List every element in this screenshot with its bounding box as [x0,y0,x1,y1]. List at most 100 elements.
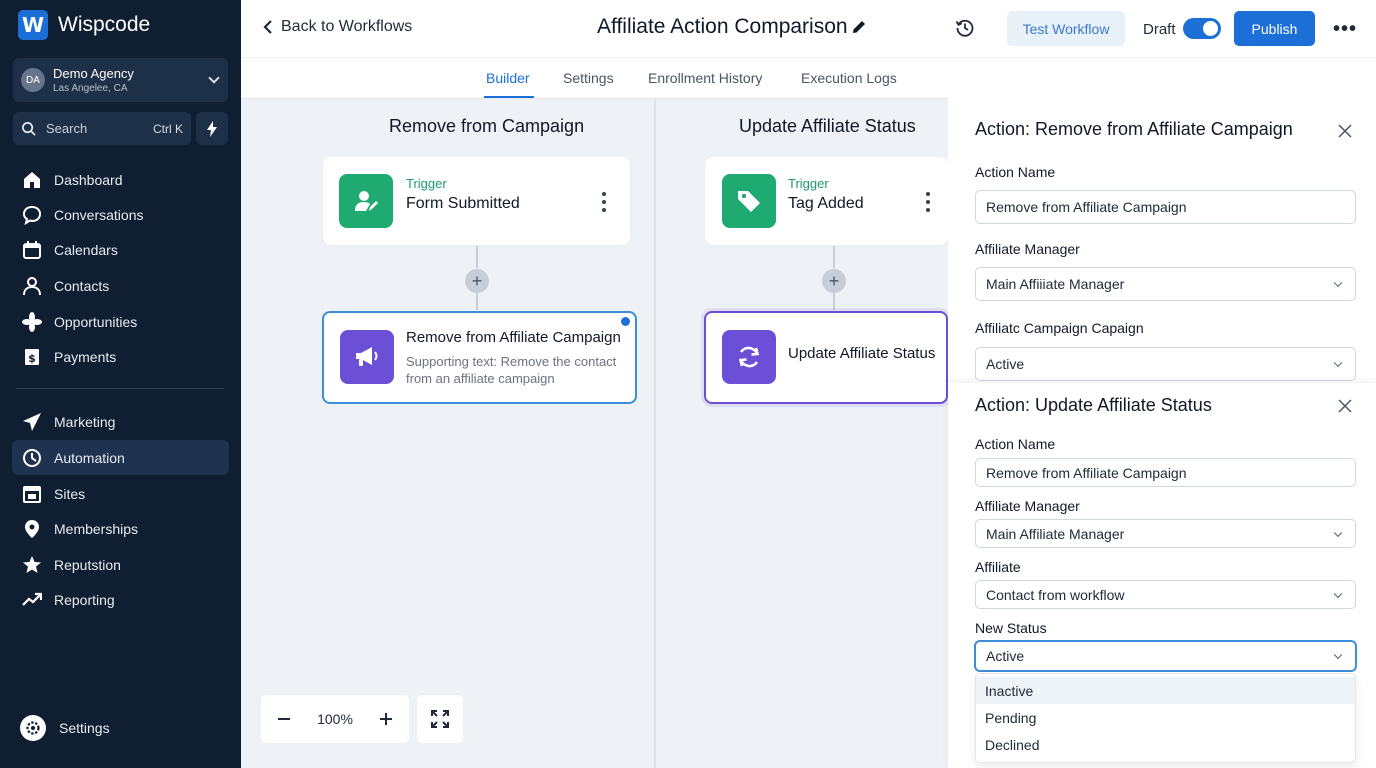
action-title: Update Affiliate Status [788,345,936,362]
close-icon [1338,399,1352,413]
sidebar-item-label: Reputstion [54,556,121,573]
sidebar-item-sites[interactable]: Sites [12,476,229,511]
connector-line [833,246,835,268]
zoom-control: 100% [261,695,409,743]
svg-text:$: $ [28,352,36,365]
trigger-card-tag-added[interactable]: Trigger Tag Added [705,157,948,245]
affiliate-campaign-select[interactable]: Active [975,347,1356,381]
zoom-in-icon[interactable] [379,712,393,726]
test-workflow-button[interactable]: Test Workflow [1007,11,1125,46]
sidebar-item-calendars[interactable]: Calendars [12,232,229,267]
add-step-button[interactable]: + [465,269,489,293]
workflow-title: Affiliate Action Comparison [597,15,848,38]
action-card-update-affiliate-status[interactable]: Update Affiliate Status [704,311,948,404]
select-value: Contact from workflow [986,586,1125,603]
kebab-menu-icon[interactable] [602,192,606,216]
tab-settings[interactable]: Settings [563,70,614,86]
more-options-button[interactable]: ••• [1333,18,1357,41]
tab-bar: Builder Settings Enrollment History Exec… [241,57,948,99]
account-location: Las Angelee, CA [53,83,128,94]
trigger-title: Form Submitted [406,195,520,212]
new-status-select[interactable]: Active [975,641,1356,671]
avatar: DA [21,68,45,92]
search-input[interactable]: Search Ctrl K [13,112,191,145]
sidebar-item-marketing[interactable]: Marketing [12,404,229,439]
brand[interactable]: W Wispcode [18,10,150,40]
close-panel-button[interactable] [1338,124,1352,143]
tab-enrollment-history[interactable]: Enrollment History [648,70,762,86]
panel-title: Action: Update Affiliate Status [975,395,1212,415]
sidebar-item-memberships[interactable]: Memberships [12,511,229,546]
sites-icon [23,485,41,503]
action-title: Remove from Affiliate Campaign [406,329,621,346]
tab-builder[interactable]: Builder [486,70,530,86]
left-column-title: Remove from Campaign [389,116,585,136]
zoom-out-icon[interactable] [277,712,291,726]
action-card-remove-from-campaign[interactable]: Remove from Affiliate Campaign Supportin… [322,311,637,404]
back-to-workflows-link[interactable]: Back to Workflows [263,18,412,36]
selected-indicator-dot [621,317,630,326]
automation-icon [23,448,41,467]
fit-to-screen-button[interactable] [417,695,463,743]
chat-icon [22,205,42,225]
calendar-icon [23,240,41,259]
sidebar-item-contacts[interactable]: Contacts [12,268,229,303]
history-button[interactable] [955,18,975,43]
select-value: Active [986,648,1025,664]
close-panel-button[interactable] [1338,399,1352,418]
new-status-label: New Status [975,620,1047,636]
add-step-button[interactable]: + [822,269,846,293]
select-value: Main Affiiiate Manager [986,276,1125,292]
chevron-down-icon [1333,589,1343,598]
sidebar-item-label: Calendars [54,241,118,258]
sidebar-item-dashboard[interactable]: Dashboard [12,162,229,197]
sidebar-item-label: Memberships [54,520,139,537]
sidebar-item-label: Payments [54,348,117,365]
publish-button[interactable]: Publish [1234,11,1315,46]
status-option-declined[interactable]: Declined [976,731,1355,758]
form-icon [339,174,393,228]
send-icon [23,412,41,431]
workflow-canvas[interactable]: Remove from Campaign Trigger Form Submit… [241,99,948,768]
status-option-pending[interactable]: Pending [976,704,1355,731]
action-name-field[interactable]: Remove from Affiliate Campaign [975,458,1356,487]
back-label: Back to Workflows [281,18,413,35]
affiliate-select[interactable]: Contact from workflow [975,580,1356,609]
select-value: Main Affiliate Manager [986,525,1125,542]
tag-icon [722,174,776,228]
trigger-label: Trigger [788,176,829,191]
connector-line [476,293,478,310]
history-icon [955,19,974,37]
sidebar-item-reporting[interactable]: Reporting [12,582,229,617]
account-switcher[interactable]: DA Demo Agency Las Angelee, CA [13,58,228,102]
affiliate-manager-select[interactable]: Main Affiliate Manager [975,519,1356,548]
megaphone-icon [340,330,394,384]
status-dropdown-menu: Inactive Pending Declined [975,673,1356,763]
sidebar-item-conversations[interactable]: Conversations [12,197,229,232]
sidebar-item-label: Sites [54,485,86,502]
top-bar: Back to Workflows Affiliate Action Compa… [241,0,1376,57]
edit-title-button[interactable] [851,19,867,40]
sidebar-item-label: Conversations [54,206,144,223]
action-supporting-text-2: from an affiliate campaign [406,371,555,386]
status-option-inactive[interactable]: Inactive [976,677,1355,704]
sidebar-item-payments[interactable]: $ Payments [12,339,229,374]
search-shortcut: Ctrl K [153,121,183,136]
affiliate-manager-select[interactable]: Main Affiiiate Manager [975,267,1356,301]
action-name-field[interactable]: Remove from Affiliate Campaign [975,190,1356,224]
chevron-down-icon [1333,650,1343,660]
quick-actions-button[interactable] [196,112,228,145]
sidebar-item-settings[interactable]: Settings [20,715,110,741]
panel-remove-from-affiliate-campaign: Action: Remove from Affiliate Campaign A… [948,99,1376,383]
trigger-card-form-submitted[interactable]: Trigger Form Submitted [323,157,630,245]
trigger-label: Trigger [406,176,447,191]
chevron-left-icon [263,20,272,34]
sidebar-item-automation[interactable]: Automation [12,440,229,475]
tab-execution-logs[interactable]: Execution Logs [801,70,897,86]
kebab-menu-icon[interactable] [926,192,930,216]
sidebar-item-label: Reporting [54,591,115,608]
sidebar-item-reputation[interactable]: Reputstion [12,547,229,582]
draft-toggle[interactable] [1183,18,1221,39]
sidebar-item-opportunities[interactable]: Opportunities [12,304,229,339]
sidebar-item-label: Marketing [54,413,116,430]
